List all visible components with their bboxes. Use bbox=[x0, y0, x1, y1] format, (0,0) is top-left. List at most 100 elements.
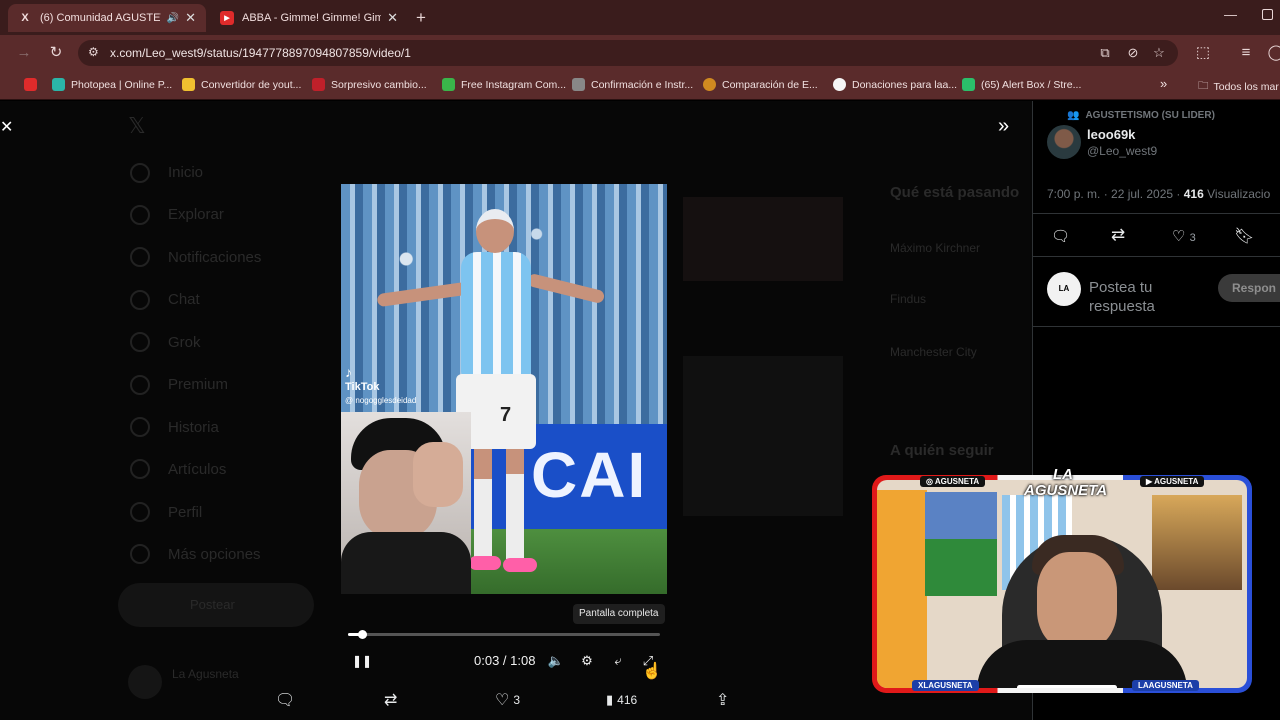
player-head bbox=[476, 209, 514, 253]
url-text[interactable]: x.com/Leo_west9/status/19477788970948078… bbox=[110, 46, 411, 60]
install-app-icon[interactable]: ⧉ bbox=[1096, 44, 1114, 62]
tab-title: ABBA - Gimme! Gimme! Gimm bbox=[242, 12, 382, 24]
bookmark-item[interactable]: Sorpresivo cambio... bbox=[312, 78, 427, 91]
browser-tab[interactable]: ▶ ABBA - Gimme! Gimme! Gimm ✕ bbox=[210, 4, 408, 32]
compare-icon bbox=[703, 78, 716, 91]
avatar[interactable] bbox=[1047, 125, 1081, 159]
pip-icon[interactable]: ⤶ bbox=[609, 652, 627, 670]
share-action[interactable]: ⇪ bbox=[716, 690, 733, 710]
nav-item: Historia bbox=[168, 419, 219, 436]
post-button-label: Postear bbox=[190, 597, 235, 612]
reply-input[interactable]: Postea tu respuesta bbox=[1089, 278, 1209, 316]
tiktok-watermark: ♪ TikTok @ nogogglesdeidad bbox=[345, 365, 416, 407]
like-action[interactable]: ♡ 3 bbox=[495, 690, 520, 710]
browser-tab-active[interactable]: X (6) Comunidad AGUSTETIS 🔊 ✕ bbox=[8, 4, 206, 32]
trend-item: Máximo Kirchner bbox=[890, 241, 981, 255]
site-info-icon[interactable]: ⚙ bbox=[88, 45, 99, 59]
streamer-face bbox=[1037, 552, 1117, 650]
video-player[interactable]: CAI 7 ♪ TikTok @ nogogglesdeidad bbox=[341, 184, 667, 594]
reply-icon: 🗨 bbox=[275, 692, 296, 709]
bookmark-item[interactable]: Free Instagram Com... bbox=[442, 78, 566, 91]
bookmarks-overflow-button[interactable]: » bbox=[1160, 76, 1167, 91]
trends-title: Qué está pasando bbox=[890, 184, 1020, 201]
bookmark-item[interactable]: (65) Alert Box / Stre... bbox=[962, 78, 1081, 91]
youtube-icon: ▶ bbox=[1146, 477, 1155, 486]
check-icon bbox=[442, 78, 455, 91]
display-name[interactable]: leoo69k bbox=[1087, 127, 1135, 142]
streamer-webcam-overlay: ◎ AGUSNETA ▶ AGUSNETA XLAGUSNETA LAAGUSN… bbox=[872, 467, 1252, 693]
premium-icon bbox=[130, 375, 150, 395]
nav-item: Explorar bbox=[168, 206, 224, 223]
bookmark-item[interactable]: Comparación de E... bbox=[703, 78, 818, 91]
bookmark-item[interactable]: Confirmación e Instr... bbox=[572, 78, 693, 91]
views-action[interactable]: ▮ 416 bbox=[606, 690, 637, 710]
speaker-icon[interactable]: 🔊 bbox=[167, 13, 179, 24]
collapse-panel-icon[interactable]: » bbox=[998, 115, 1009, 138]
shirt-number: 7 bbox=[500, 404, 512, 426]
extensions-icon[interactable]: ⬚ bbox=[1193, 43, 1213, 63]
reload-icon[interactable]: ↻ bbox=[46, 43, 66, 63]
donation-icon bbox=[833, 78, 846, 91]
fullscreen-tooltip: Pantalla completa bbox=[573, 604, 665, 624]
minimize-window-button[interactable]: — bbox=[1224, 7, 1237, 22]
youtube-icon: ▶ bbox=[220, 11, 234, 25]
bookmark-item[interactable]: Convertidor de yout... bbox=[182, 78, 301, 91]
share-icon: ⇪ bbox=[716, 692, 730, 709]
bookmarks-bar: Photopea | Online P... Convertidor de yo… bbox=[0, 71, 1280, 100]
community-label: 👥 AGUSTETISMO (SU LIDER) bbox=[1067, 110, 1215, 121]
bell-icon bbox=[130, 247, 150, 267]
reply-button[interactable]: Respon bbox=[1218, 274, 1280, 302]
volume-icon[interactable]: 🔈 bbox=[547, 652, 565, 670]
close-viewer-icon[interactable]: ✕ bbox=[0, 117, 13, 137]
la-agusneta-logo: LA AGUSNETA bbox=[1024, 466, 1108, 499]
nav-item: Más opciones bbox=[168, 546, 261, 563]
pause-button[interactable]: ❚❚ bbox=[352, 652, 372, 670]
instagram-tag: ◎ AGUSNETA bbox=[920, 476, 986, 487]
photopea-icon bbox=[52, 78, 65, 91]
reply-action[interactable]: 🗨 bbox=[275, 690, 299, 710]
close-tab-icon[interactable]: ✕ bbox=[387, 10, 398, 26]
forward-icon[interactable]: → bbox=[14, 43, 34, 63]
eye-off-icon[interactable]: ⊘ bbox=[1124, 44, 1142, 62]
streamlabs-icon bbox=[962, 78, 975, 91]
link-icon bbox=[572, 78, 585, 91]
like-button[interactable]: ♡ 3 bbox=[1172, 227, 1196, 245]
bookmark-star-icon[interactable]: ☆ bbox=[1150, 44, 1168, 62]
tiktok-facecam bbox=[341, 412, 471, 594]
bookmark-item[interactable]: Donaciones para laa... bbox=[833, 78, 957, 91]
webcam-wall bbox=[877, 490, 927, 688]
repost-action[interactable]: ⇄ bbox=[384, 690, 401, 710]
bookmark-youtube[interactable] bbox=[24, 78, 43, 91]
repost-icon[interactable]: ⇄ bbox=[1111, 225, 1125, 245]
video-progress-bar[interactable] bbox=[348, 630, 660, 639]
reply-icon[interactable]: 🗨 bbox=[1051, 227, 1070, 245]
youtube-handle: AGUSNETA bbox=[1154, 477, 1199, 486]
banner-text: CAI bbox=[531, 439, 648, 511]
x-logo-icon: 𝕏 bbox=[128, 113, 146, 138]
player-leg bbox=[474, 449, 492, 559]
nav-item: Artículos bbox=[168, 461, 227, 478]
bookmark-label: Comparación de E... bbox=[722, 78, 818, 91]
youtube-tag: ▶ AGUSNETA bbox=[1140, 476, 1205, 487]
home-icon bbox=[130, 163, 150, 183]
close-tab-icon[interactable]: ✕ bbox=[185, 10, 196, 26]
user-handle[interactable]: @Leo_west9 bbox=[1087, 144, 1157, 158]
maradona-poster bbox=[1152, 495, 1242, 590]
maximize-window-button[interactable] bbox=[1262, 9, 1273, 20]
profile-icon[interactable]: ◯ bbox=[1266, 43, 1280, 63]
reading-list-icon[interactable]: ≡ bbox=[1236, 43, 1256, 63]
address-bar[interactable]: ⚙ x.com/Leo_west9/status/194777889709480… bbox=[78, 40, 1178, 66]
facecam-hand bbox=[413, 442, 463, 507]
all-bookmarks-folder[interactable]: 🗀 Todos los mar bbox=[1198, 78, 1279, 96]
bookmark-item[interactable]: Photopea | Online P... bbox=[52, 78, 172, 91]
overlay-white-bar bbox=[1017, 685, 1117, 688]
bookmark-icon[interactable]: 🔖︎ bbox=[1234, 226, 1254, 246]
player-boot bbox=[469, 556, 501, 570]
converter-icon bbox=[182, 78, 195, 91]
feed-image bbox=[683, 356, 843, 516]
heart-icon: ♡ bbox=[495, 692, 510, 709]
video-progress-knob[interactable] bbox=[358, 630, 368, 639]
new-tab-button[interactable]: + bbox=[416, 8, 426, 28]
follow-title: A quién seguir bbox=[890, 442, 994, 459]
settings-icon[interactable]: ⚙ bbox=[578, 652, 596, 670]
